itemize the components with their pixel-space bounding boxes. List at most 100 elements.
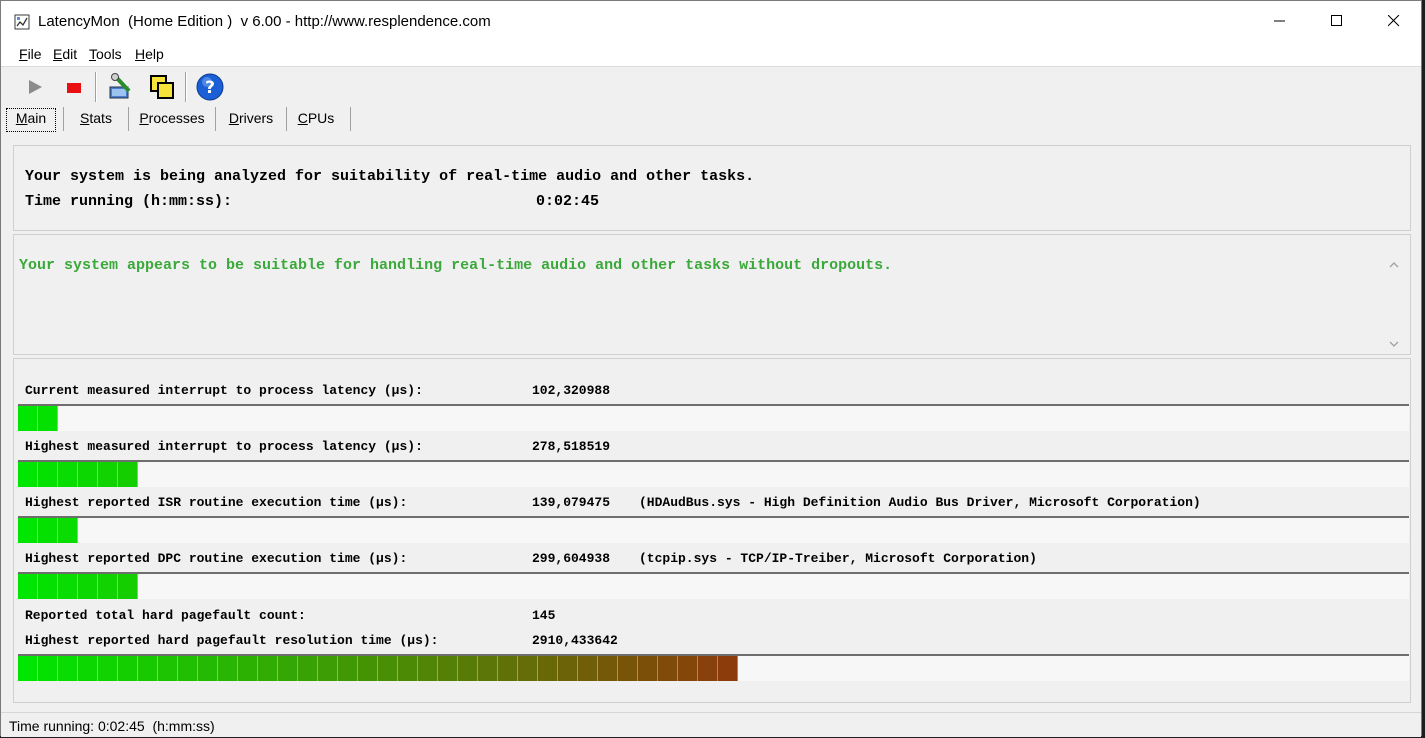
bar-segment: [198, 656, 218, 681]
latency-bar-current: [18, 404, 1409, 431]
bar-segment: [538, 656, 558, 681]
analysis-message: Your system is being analyzed for suitab…: [25, 168, 755, 185]
verdict-message: Your system appears to be suitable for h…: [19, 257, 893, 274]
stop-icon: [67, 83, 81, 93]
metric-detail: (tcpip.sys - TCP/IP-Treiber, Microsoft C…: [639, 551, 1037, 566]
menu-file[interactable]: File: [19, 46, 42, 62]
metric-label: Highest reported ISR routine execution t…: [25, 495, 408, 510]
metric-value: 278,518519: [532, 439, 611, 454]
bar-segment: [338, 656, 358, 681]
bar-segment: [458, 656, 478, 681]
copy-windows-button[interactable]: [146, 71, 178, 103]
tab-processes[interactable]: Processes: [129, 105, 215, 131]
help-button[interactable]: ?: [194, 71, 226, 103]
bar-segment: [38, 406, 58, 431]
bar-segment: [38, 656, 58, 681]
metric-value: 299,604938: [532, 551, 611, 566]
tab-bar: Main Stats Processes Drivers CPUs: [1, 105, 1421, 133]
toolbar-separator: [185, 72, 187, 102]
bar-segment: [438, 656, 458, 681]
svg-text:?: ?: [205, 78, 215, 98]
metric-label: Highest reported DPC routine execution t…: [25, 551, 408, 566]
tab-main[interactable]: Main: [7, 105, 55, 131]
bar-segment: [118, 462, 138, 487]
metric-label: Highest measured interrupt to process la…: [25, 439, 423, 454]
latencymon-app-icon: [14, 13, 32, 31]
menu-edit[interactable]: Edit: [53, 46, 77, 62]
bar-segment: [18, 656, 38, 681]
menu-tools[interactable]: Tools: [89, 46, 122, 62]
bar-segment: [698, 656, 718, 681]
start-button[interactable]: [19, 71, 51, 103]
bar-segment: [38, 518, 58, 543]
bar-segment: [78, 574, 98, 599]
bar-segment: [678, 656, 698, 681]
scroll-down-icon[interactable]: [1388, 338, 1400, 350]
metric-label: Highest reported hard pagefault resoluti…: [25, 633, 439, 648]
help-icon: ?: [196, 73, 224, 101]
maximize-button[interactable]: [1308, 1, 1366, 41]
bar-segment: [398, 656, 418, 681]
bar-segment: [78, 462, 98, 487]
bar-segment: [118, 574, 138, 599]
time-running-value: 0:02:45: [536, 193, 600, 210]
metric-label: Reported total hard pagefault count:: [25, 608, 306, 623]
bar-segment: [258, 656, 278, 681]
bar-fill: [18, 574, 138, 599]
bar-segment: [618, 656, 638, 681]
scroll-up-icon[interactable]: [1388, 259, 1400, 271]
play-icon: [29, 80, 42, 94]
minimize-button[interactable]: [1251, 1, 1309, 41]
dpc-bar: [18, 572, 1409, 599]
bar-segment: [498, 656, 518, 681]
title-bar[interactable]: LatencyMon (Home Edition ) v 6.00 - http…: [1, 1, 1421, 41]
bar-segment: [658, 656, 678, 681]
toolbar-separator: [95, 72, 97, 102]
bar-segment: [58, 462, 78, 487]
bar-segment: [38, 574, 58, 599]
analysis-panel: Your system is being analyzed for suitab…: [13, 145, 1411, 231]
bar-segment: [378, 656, 398, 681]
bar-segment: [358, 656, 378, 681]
system-tools-button[interactable]: [105, 71, 137, 103]
bar-segment: [418, 656, 438, 681]
bar-segment: [278, 656, 298, 681]
metrics-panel: Current measured interrupt to process la…: [13, 358, 1411, 703]
bar-segment: [598, 656, 618, 681]
stop-button[interactable]: [58, 71, 90, 103]
time-running-label: Time running (h:mm:ss):: [25, 193, 233, 210]
bar-segment: [18, 406, 38, 431]
maximize-icon: [1331, 15, 1342, 26]
bar-segment: [98, 462, 118, 487]
tab-stats[interactable]: Stats: [64, 105, 128, 131]
bar-segment: [18, 462, 38, 487]
metric-value: 145: [532, 608, 556, 623]
bar-segment: [178, 656, 198, 681]
latency-bar-highest: [18, 460, 1409, 487]
status-bar: Time running: 0:02:45 (h:mm:ss): [1, 712, 1421, 737]
bar-segment: [298, 656, 318, 681]
copy-windows-icon: [150, 75, 174, 99]
status-text: Time running: 0:02:45 (h:mm:ss): [9, 718, 215, 734]
bar-segment: [18, 574, 38, 599]
pagefault-bar: [18, 654, 1409, 681]
tab-drivers[interactable]: Drivers: [216, 105, 286, 131]
bar-fill: [18, 406, 58, 431]
metric-value: 102,320988: [532, 383, 611, 398]
close-icon: [1388, 15, 1400, 27]
bar-fill: [18, 518, 78, 543]
close-button[interactable]: [1365, 1, 1423, 41]
bar-segment: [18, 518, 38, 543]
bar-segment: [218, 656, 238, 681]
bar-fill: [18, 462, 138, 487]
menu-help[interactable]: Help: [135, 46, 164, 62]
bar-segment: [238, 656, 258, 681]
bar-segment: [58, 656, 78, 681]
bar-segment: [718, 656, 738, 681]
minimize-icon: [1274, 20, 1285, 22]
bar-segment: [158, 656, 178, 681]
toolbar: ?: [1, 68, 1421, 106]
tab-cpus[interactable]: CPUs: [287, 105, 345, 131]
menu-bar: File Edit Tools Help: [1, 41, 1421, 67]
bar-segment: [518, 656, 538, 681]
